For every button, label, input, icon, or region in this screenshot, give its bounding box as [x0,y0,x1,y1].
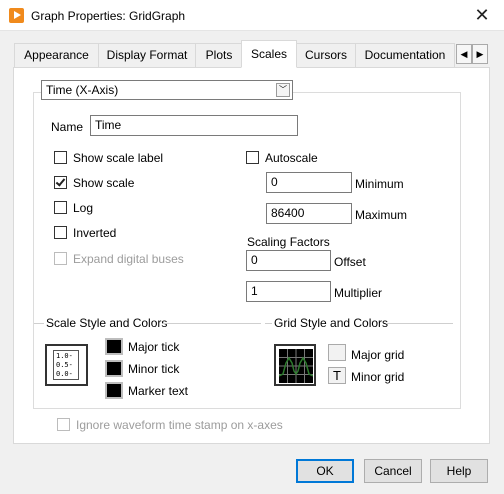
minor-grid-label: Minor grid [351,370,405,384]
marker-text-label: Marker text [128,384,189,398]
autoscale-label: Autoscale [265,151,318,165]
major-tick-label: Major tick [128,340,180,354]
tab-cursors[interactable]: Cursors [296,43,356,67]
divider [386,323,453,324]
major-tick-color-swatch[interactable] [105,338,123,355]
cancel-button[interactable]: Cancel [364,459,422,483]
scale-preview-line: 1.0- [56,352,73,360]
checkmark-icon [55,176,66,187]
offset-input[interactable]: 0 [246,250,331,271]
ignore-timestamp-label: Ignore waveform time stamp on x-axes [76,418,283,432]
maximum-label: Maximum [355,208,408,222]
show-scale-checkbox[interactable] [54,176,67,189]
ok-button[interactable]: OK [296,459,354,483]
minimum-label: Minimum [355,177,404,191]
offset-label: Offset [334,255,366,269]
name-input[interactable]: Time [90,115,298,136]
log-label: Log [73,201,94,215]
minor-tick-label: Minor tick [128,362,180,376]
minor-grid-color-swatch[interactable]: T [328,367,346,384]
grid-preview-icon [279,349,313,383]
help-button[interactable]: Help [430,459,488,483]
tab-scroll-right-icon[interactable]: ▶ [472,44,488,64]
inverted-checkbox[interactable] [54,226,67,239]
axis-select-value: Time (X-Axis) [46,83,119,97]
scale-preview-line: 0.5- [56,361,73,369]
major-grid-label: Major grid [351,348,405,362]
multiplier-input[interactable]: 1 [246,281,331,302]
grid-style-heading: Grid Style and Colors [274,316,389,330]
tab-scales[interactable]: Scales [241,40,297,68]
axis-select[interactable]: Time (X-Axis) ﹀ [41,80,293,100]
show-scale-label-checkbox[interactable] [54,151,67,164]
log-checkbox[interactable] [54,201,67,214]
scaling-factors-heading: Scaling Factors [247,235,330,249]
divider [265,323,272,324]
maximum-input[interactable]: 86400 [266,203,352,224]
show-scale-label: Show scale [73,176,135,190]
expand-digital-buses-label: Expand digital buses [73,252,184,266]
tab-display-format[interactable]: Display Format [98,43,196,67]
app-icon [9,8,24,23]
marker-text-color-swatch[interactable] [105,382,123,399]
close-icon[interactable]: ✕ [467,3,497,27]
tab-documentation[interactable]: Documentation [355,43,455,67]
minimum-input[interactable]: 0 [266,172,352,193]
window-title: Graph Properties: GridGraph [31,9,186,23]
multiplier-label: Multiplier [334,286,383,300]
scale-style-icon[interactable]: 1.0- 0.5- 0.0- [45,344,88,386]
grid-style-icon[interactable] [274,344,316,386]
scale-preview-line: 0.0- [56,370,73,378]
major-grid-color-swatch[interactable] [328,344,346,361]
scale-preview: 1.0- 0.5- 0.0- [53,350,79,380]
tab-appearance[interactable]: Appearance [14,43,99,67]
divider [34,323,44,324]
show-scale-label-label: Show scale label [73,151,164,165]
minor-tick-color-swatch[interactable] [105,360,123,377]
expand-digital-buses-checkbox[interactable] [54,252,67,265]
inverted-label: Inverted [73,226,117,240]
name-label: Name [51,120,84,134]
ignore-timestamp-checkbox[interactable] [57,418,70,431]
autoscale-checkbox[interactable] [246,151,259,164]
chevron-down-icon[interactable]: ﹀ [276,83,290,97]
tab-scroll-left-icon[interactable]: ◀ [456,44,472,64]
divider [163,323,261,324]
scale-style-heading: Scale Style and Colors [46,316,168,330]
tab-plots[interactable]: Plots [195,43,243,67]
